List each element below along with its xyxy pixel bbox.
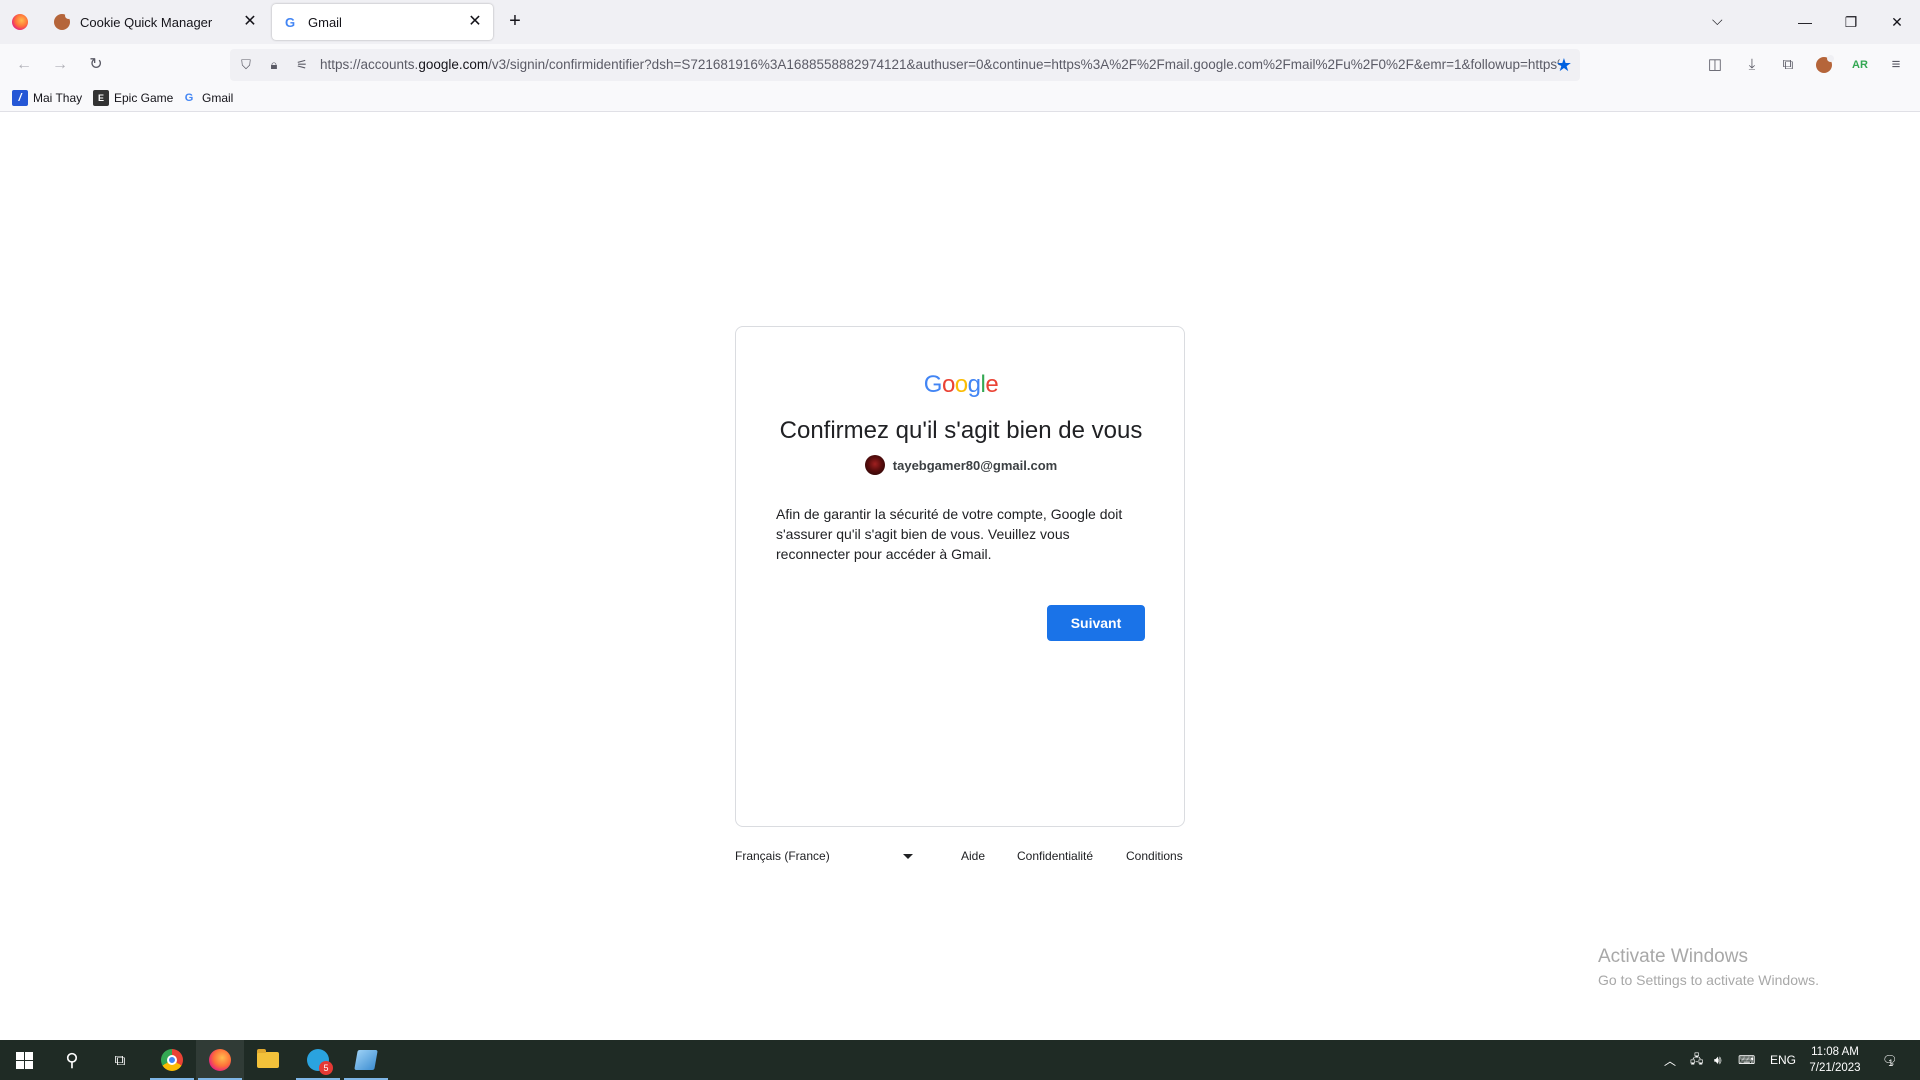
privacy-link[interactable]: Confidentialité [1017, 849, 1093, 863]
notepad-taskbar-icon[interactable] [342, 1040, 390, 1080]
tab-gmail[interactable]: G Gmail ✕ [272, 4, 493, 40]
activate-windows-watermark: Activate Windows Go to Settings to activ… [1598, 946, 1819, 988]
firefox-menu-icon[interactable] [12, 14, 28, 30]
show-hidden-icons[interactable]: ︿ [1664, 1040, 1676, 1080]
lock-icon[interactable]: 🔒︎ [266, 57, 282, 73]
page-footer: Français (France) Aide Confidentialité C… [735, 849, 1185, 869]
avatar [864, 455, 885, 475]
cookie-manager-extension-icon[interactable] [1812, 53, 1836, 77]
extensions-icon[interactable]: ⧉ [1776, 53, 1800, 77]
terms-link[interactable]: Conditions [1126, 849, 1183, 863]
menu-icon[interactable]: ≡ [1884, 53, 1908, 77]
page-title: Confirmez qu'il s'agit bien de vous [779, 417, 1143, 444]
language-select[interactable]: Français (France) [735, 849, 915, 863]
close-window-button[interactable]: ✕ [1882, 8, 1912, 36]
bookmark-star-icon[interactable]: ★ [1554, 55, 1574, 75]
bookmark-label: Epic Game [114, 91, 174, 105]
chrome-taskbar-icon[interactable] [148, 1040, 196, 1080]
new-tab-button[interactable]: + [504, 10, 526, 32]
notification-count: 1 [1888, 1058, 1894, 1068]
bookmark-label: Gmail [202, 91, 234, 105]
address-bar[interactable]: ⛉ 🔒︎ ⚟ https://accounts.google.com/v3/si… [230, 49, 1580, 81]
input-language[interactable]: ENG [1770, 1040, 1796, 1080]
next-button[interactable]: Suivant [1047, 605, 1145, 641]
clock-date: 7/21/2023 [1809, 1062, 1861, 1074]
google-g-icon: G [284, 14, 296, 30]
tab-title: Gmail [308, 14, 342, 30]
tab-cookie-quick-manager[interactable]: Cookie Quick Manager ✕ [44, 4, 268, 40]
clock[interactable]: 11:08 AM 7/21/2023 [1800, 1044, 1870, 1076]
minimize-button[interactable]: — [1790, 8, 1820, 36]
bookmark-epic-game[interactable]: E Epic Game [93, 90, 173, 106]
file-explorer-icon[interactable] [244, 1040, 292, 1080]
network-icon[interactable]: 🖧︎ [1690, 1040, 1703, 1080]
taskbar: ⚲ ⧉ 5 ︿ 🖧︎ 🔊︎ ⌨ ENG 11:08 AM 7/21/2023 🗨… [0, 1040, 1920, 1080]
epic-games-icon: E [93, 90, 109, 106]
notification-center-icon[interactable]: 🗨︎ 1 [1882, 1040, 1897, 1080]
google-g-icon: G [184, 92, 194, 104]
ar-extension-icon[interactable]: AR [1848, 53, 1872, 77]
pocket-icon[interactable]: ◫ [1703, 53, 1727, 77]
tab-title: Cookie Quick Manager [80, 14, 213, 30]
list-all-tabs-icon[interactable]: ⌵ [1712, 12, 1723, 29]
signin-card: Google Confirmez qu'il s'agit bien de vo… [735, 326, 1185, 827]
help-link[interactable]: Aide [961, 849, 985, 863]
google-logo: Google [923, 371, 999, 398]
bookmark-mai-thay[interactable]: / Mai Thay [12, 90, 82, 106]
language-label: Français (France) [735, 849, 830, 863]
account-email: tayebgamer80@gmail.com [892, 457, 1058, 473]
forward-button[interactable]: → [48, 53, 72, 77]
url-text[interactable]: https://accounts.google.com/v3/signin/co… [320, 57, 1560, 72]
start-button[interactable] [0, 1040, 48, 1080]
firefox-taskbar-icon[interactable] [196, 1040, 244, 1080]
telegram-badge: 5 [319, 1061, 333, 1075]
restore-button[interactable]: ❐ [1836, 8, 1866, 36]
permissions-icon[interactable]: ⚟ [294, 57, 310, 73]
volume-icon[interactable]: 🔊︎ [1714, 1040, 1722, 1080]
bookmark-gmail[interactable]: G Gmail [181, 90, 234, 106]
tracking-protection-icon[interactable]: ⛉ [238, 57, 254, 73]
bookmarks-toolbar: / Mai Thay E Epic Game G Gmail [0, 86, 1920, 112]
search-icon[interactable]: ⚲ [48, 1040, 96, 1080]
windows-icon [15, 1051, 33, 1069]
task-view-icon[interactable]: ⧉ [96, 1040, 144, 1080]
close-tab-icon[interactable]: ✕ [240, 12, 260, 32]
account-chip[interactable]: tayebgamer80@gmail.com [736, 455, 1186, 475]
bookmark-favicon-icon: / [12, 90, 28, 106]
cookie-icon [54, 12, 72, 30]
telegram-taskbar-icon[interactable]: 5 [294, 1040, 342, 1080]
dropdown-caret-icon [903, 853, 913, 859]
watermark-subtitle: Go to Settings to activate Windows. [1598, 972, 1819, 988]
explanation-text: Afin de garantir la sécurité de votre co… [776, 506, 1123, 562]
keyboard-icon[interactable]: ⌨ [1738, 1040, 1755, 1080]
navigation-toolbar: ← → ↻ ⛉ 🔒︎ ⚟ https://accounts.google.com… [0, 44, 1920, 86]
clock-time: 11:08 AM [1811, 1046, 1859, 1058]
bookmark-label: Mai Thay [33, 91, 83, 105]
reload-button[interactable]: ↻ [84, 53, 108, 77]
back-button[interactable]: ← [12, 53, 36, 77]
watermark-title: Activate Windows [1598, 946, 1748, 967]
close-tab-icon[interactable]: ✕ [465, 12, 485, 32]
downloads-icon[interactable]: ⤓ [1740, 53, 1764, 77]
tab-bar: Cookie Quick Manager ✕ G Gmail ✕ + ⌵ — ❐… [0, 0, 1920, 44]
